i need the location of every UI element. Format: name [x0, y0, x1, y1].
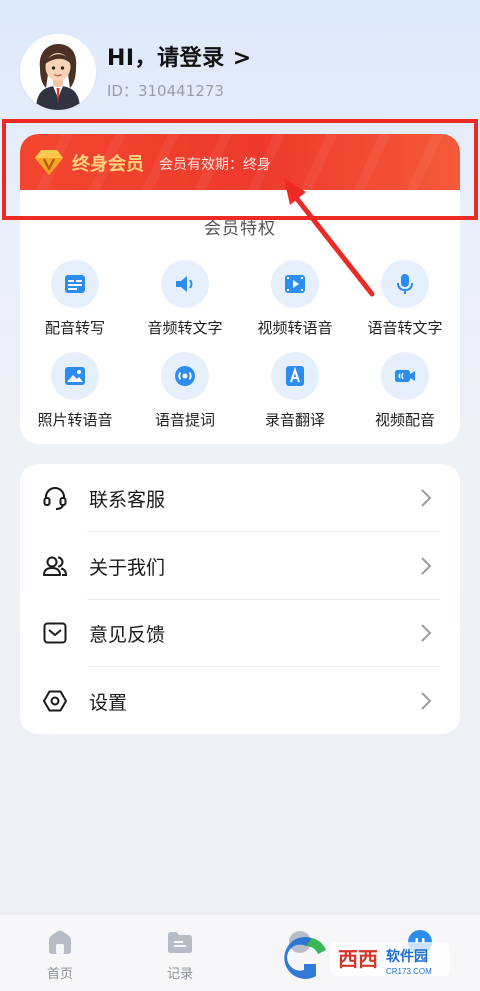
- text-card-icon: [51, 260, 99, 308]
- feature-voice-prompter[interactable]: 语音提词: [130, 352, 240, 430]
- feature-label: 视频转语音: [257, 319, 333, 337]
- vip-title: 终身会员: [72, 154, 144, 175]
- headset-icon: [43, 487, 67, 510]
- translate-icon: [271, 352, 319, 400]
- member-card: 终身会员 会员有效期：终身 会员特权 配音转写 音频转文字 视频转语音 语音转文…: [20, 134, 460, 444]
- feature-recording-translate[interactable]: 录音翻译: [240, 352, 350, 430]
- menu-label: 联系客服: [89, 489, 166, 511]
- profile-header[interactable]: HI，请登录 > ID：310441273: [20, 34, 460, 110]
- avatar[interactable]: [20, 34, 96, 110]
- menu-item-settings[interactable]: 设置: [20, 667, 460, 734]
- users-icon: [43, 556, 68, 576]
- menu-item-contact-service[interactable]: 联系客服: [20, 464, 460, 531]
- nav-label: 记录: [166, 967, 193, 982]
- video-camera-icon: [381, 352, 429, 400]
- watermark-logo: 西西 软件园 CR173.COM: [284, 936, 450, 979]
- svg-text:软件园: 软件园: [386, 948, 428, 964]
- menu-label: 设置: [89, 692, 128, 714]
- svg-text:西西: 西西: [338, 949, 378, 971]
- settings-hexagon-icon: [43, 690, 67, 712]
- feedback-mail-icon: [43, 622, 67, 644]
- feature-label: 配音转写: [44, 319, 105, 337]
- settings-menu: 联系客服 关于我们 意见反馈 设置: [20, 464, 460, 734]
- avatar-woman-icon: [20, 34, 96, 110]
- feature-label: 音频转文字: [147, 319, 223, 337]
- feature-label: 录音翻译: [264, 411, 325, 429]
- speaker-icon: [161, 260, 209, 308]
- video-play-icon: [271, 260, 319, 308]
- feature-label: 语音转文字: [367, 319, 443, 337]
- menu-label: 关于我们: [89, 557, 166, 579]
- nav-records[interactable]: 记录: [150, 929, 210, 982]
- nav-home[interactable]: 首页: [30, 929, 90, 982]
- nav-label: 首页: [46, 967, 73, 982]
- login-title[interactable]: HI，请登录 >: [107, 40, 252, 72]
- menu-label: 意见反馈: [89, 624, 166, 646]
- feature-label: 照片转语音: [37, 411, 113, 429]
- audio-wave-icon: [161, 352, 209, 400]
- feature-label: 语音提词: [154, 411, 215, 429]
- chevron-right-icon: [421, 557, 432, 575]
- menu-item-feedback[interactable]: 意见反馈: [20, 599, 460, 666]
- menu-item-about-us[interactable]: 关于我们: [20, 532, 460, 599]
- feature-label: 视频配音: [374, 411, 435, 429]
- feature-audio-to-text[interactable]: 音频转文字: [130, 260, 240, 338]
- feature-video-dubbing[interactable]: 视频配音: [350, 352, 460, 430]
- microphone-icon: [381, 260, 429, 308]
- privileges-title: 会员特权: [204, 219, 276, 239]
- feature-photo-to-voice[interactable]: 照片转语音: [20, 352, 130, 430]
- vip-banner[interactable]: 终身会员 会员有效期：终身: [20, 134, 460, 190]
- feature-voice-to-text[interactable]: 语音转文字: [350, 260, 460, 338]
- chevron-right-icon: [421, 692, 432, 710]
- chevron-right-icon: [421, 624, 432, 642]
- feature-video-to-voice[interactable]: 视频转语音: [240, 260, 350, 338]
- photo-icon: [51, 352, 99, 400]
- chevron-right-icon: [421, 489, 432, 507]
- svg-text:CR173.COM: CR173.COM: [386, 967, 432, 976]
- folder-icon: [168, 932, 192, 953]
- vip-gem-icon: [35, 150, 63, 175]
- vip-validity: 会员有效期：终身: [159, 157, 271, 173]
- feature-dubbing-transcribe[interactable]: 配音转写: [20, 260, 130, 338]
- user-id: ID：310441273: [107, 82, 224, 100]
- home-icon: [49, 930, 71, 954]
